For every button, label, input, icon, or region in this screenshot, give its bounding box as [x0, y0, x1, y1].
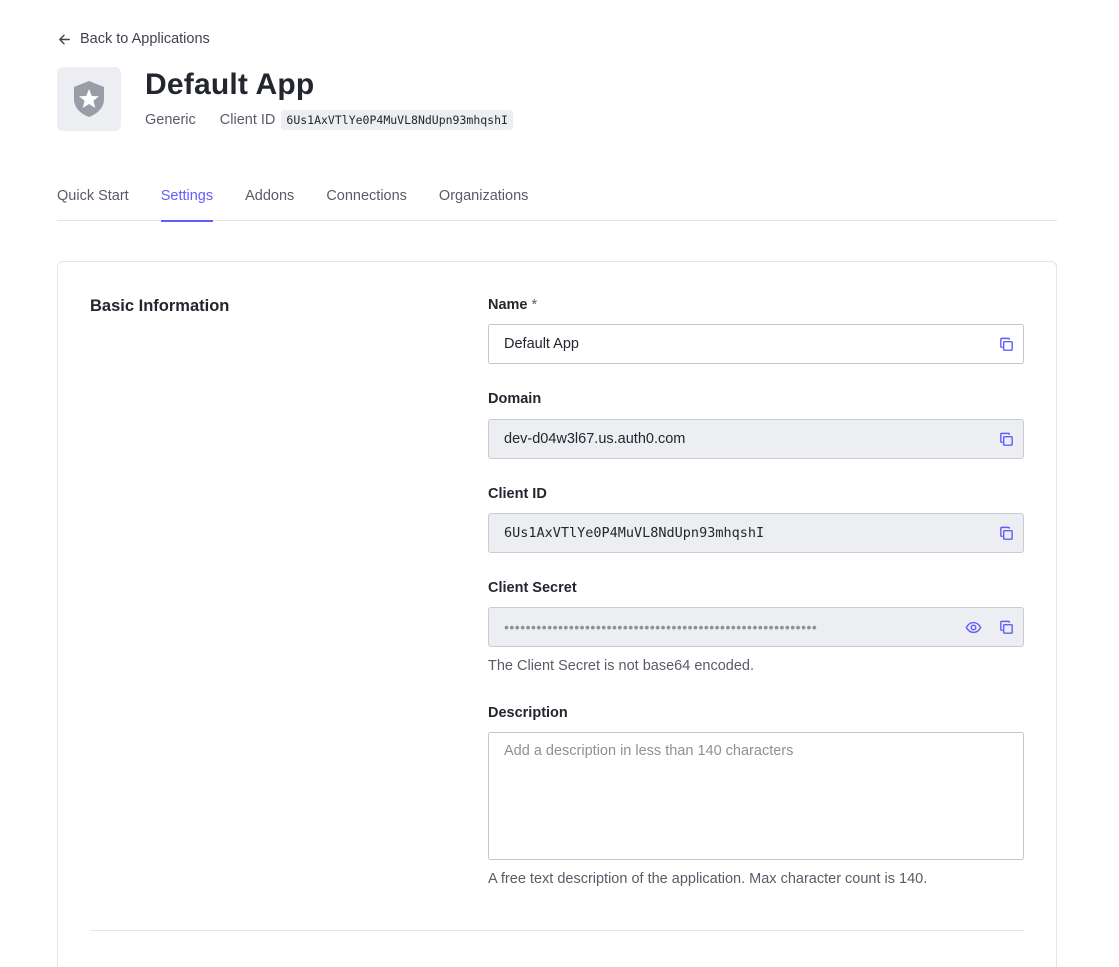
name-label: Name * — [488, 297, 537, 313]
page-title: Default App — [145, 68, 315, 101]
eye-icon — [965, 621, 982, 633]
back-to-applications-link[interactable]: Back to Applications — [57, 31, 210, 47]
copy-client-id-button[interactable] — [990, 514, 1023, 552]
domain-value: dev-d04w3l67.us.auth0.com — [504, 431, 686, 447]
domain-label: Domain — [488, 391, 542, 407]
name-value[interactable]: Default App — [504, 336, 990, 352]
tab-quick-start[interactable]: Quick Start — [57, 186, 129, 221]
auth0-shield-star-icon — [74, 81, 104, 117]
copy-domain-button[interactable] — [990, 420, 1023, 458]
copy-icon — [1000, 337, 1013, 351]
client-id-label: Client ID — [219, 112, 276, 128]
name-field[interactable]: Default App — [488, 324, 1024, 364]
basic-information-card: Basic Information Name * Default App Dom… — [57, 261, 1057, 967]
copy-icon — [1000, 432, 1013, 446]
tab-addons[interactable]: Addons — [245, 186, 294, 221]
copy-icon — [1000, 526, 1013, 540]
domain-field[interactable]: dev-d04w3l67.us.auth0.com — [488, 419, 1024, 459]
description-textarea[interactable] — [488, 732, 1024, 860]
tab-settings[interactable]: Settings — [160, 186, 214, 222]
tab-organizations[interactable]: Organizations — [439, 186, 528, 221]
app-logo — [57, 67, 121, 131]
app-type: Generic — [145, 112, 196, 128]
section-title: Basic Information — [90, 297, 230, 315]
client-id-code: 6Us1AxVTlYe0P4MuVL8NdUpn93mhqshI — [281, 110, 513, 130]
tab-bar: Quick Start Settings Addons Connections … — [57, 186, 1057, 222]
client-id-field-label: Client ID — [488, 486, 547, 502]
section-divider — [90, 930, 1024, 931]
reveal-secret-button[interactable] — [957, 608, 990, 646]
client-secret-field[interactable]: ••••••••••••••••••••••••••••••••••••••••… — [488, 607, 1024, 647]
app-meta: Generic Client ID 6Us1AxVTlYe0P4MuVL8NdU… — [145, 110, 513, 130]
client-secret-label: Client Secret — [488, 580, 577, 596]
back-link-label: Back to Applications — [80, 31, 210, 47]
copy-icon — [1000, 620, 1013, 634]
description-help: A free text description of the applicati… — [488, 871, 928, 887]
client-secret-help: The Client Secret is not base64 encoded. — [488, 658, 754, 674]
tab-connections[interactable]: Connections — [326, 186, 407, 221]
required-mark: * — [531, 297, 538, 313]
client-secret-masked-value: ••••••••••••••••••••••••••••••••••••••••… — [504, 619, 818, 635]
client-id-value: 6Us1AxVTlYe0P4MuVL8NdUpn93mhqshI — [504, 525, 765, 541]
description-label: Description — [488, 705, 568, 721]
name-label-text: Name — [488, 297, 528, 313]
client-id-field[interactable]: 6Us1AxVTlYe0P4MuVL8NdUpn93mhqshI — [488, 513, 1024, 553]
copy-client-secret-button[interactable] — [990, 608, 1023, 646]
copy-name-button[interactable] — [990, 325, 1023, 363]
arrow-left-icon — [59, 34, 70, 44]
